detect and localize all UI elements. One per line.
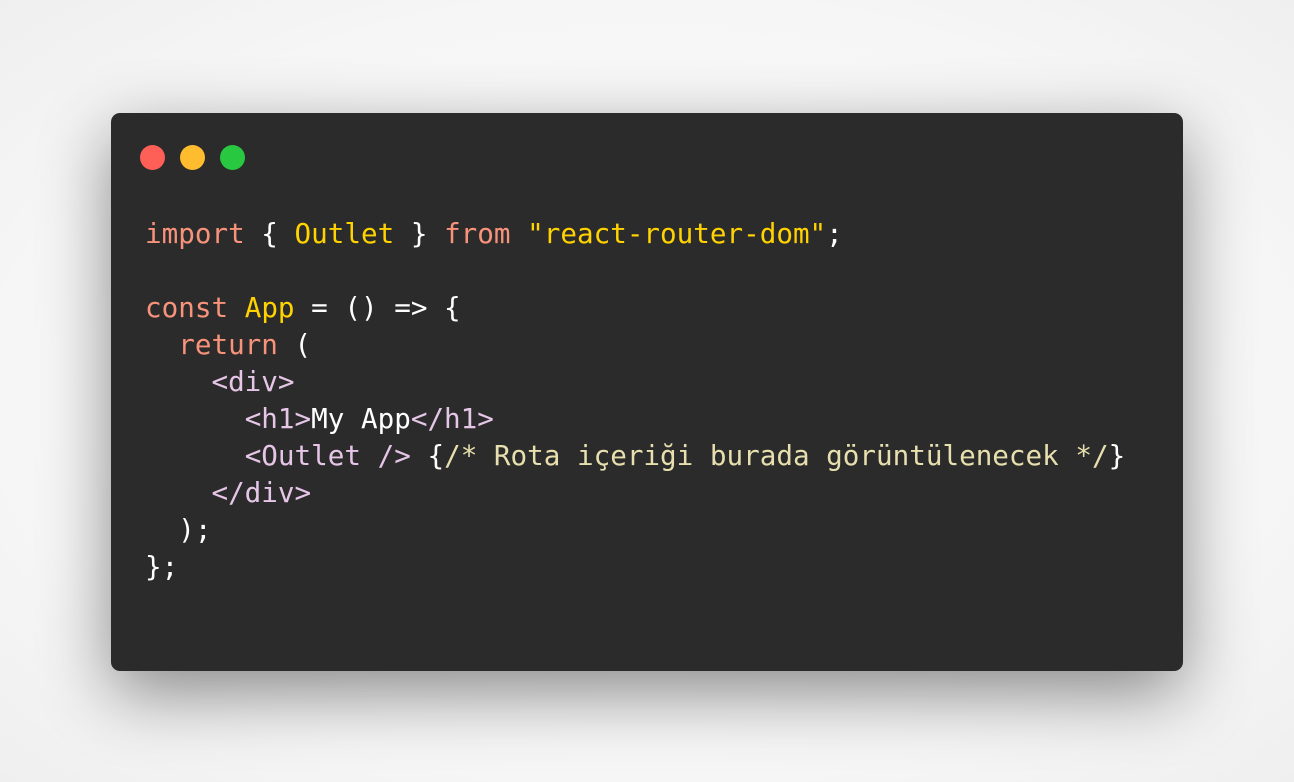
code-block: import { Outlet } from "react-router-dom… xyxy=(145,215,1125,585)
code-line-8: </div> xyxy=(145,474,1125,511)
code-line-5: <div> xyxy=(145,363,1125,400)
keyword-from: from xyxy=(444,217,511,250)
code-line-1: import { Outlet } from "react-router-dom… xyxy=(145,215,1125,252)
code-line-10: }; xyxy=(145,548,1125,585)
keyword-return: return xyxy=(178,328,278,361)
jsx-outlet: <Outlet /> xyxy=(244,439,411,472)
jsx-h1-close: </h1> xyxy=(410,402,494,435)
identifier-outlet: Outlet xyxy=(294,217,395,250)
maximize-dot-icon[interactable] xyxy=(220,145,245,170)
keyword-const: const xyxy=(145,291,229,324)
keyword-import: import xyxy=(145,217,245,250)
jsx-text: My App xyxy=(311,402,411,435)
jsx-h1-open: <h1> xyxy=(244,402,312,435)
close-dot-icon[interactable] xyxy=(140,145,165,170)
punct-semicolon: ; xyxy=(826,217,843,250)
string-module: "react-router-dom" xyxy=(527,217,827,250)
punct-brace-close: } xyxy=(394,217,445,250)
code-line-7: <Outlet /> {/* Rota içeriği burada görün… xyxy=(145,437,1126,474)
code-comment: /* Rota içeriği burada görüntülenecek */ xyxy=(444,439,1109,472)
punct-brace-open: { xyxy=(244,217,295,250)
code-line-3: const App = () => { xyxy=(145,289,1125,326)
minimize-dot-icon[interactable] xyxy=(180,145,205,170)
punct-paren-close: ); xyxy=(145,513,212,546)
punct-brace-close: } xyxy=(1108,439,1126,472)
arrow-function-text: = () => { xyxy=(294,291,461,324)
jsx-div-open: <div> xyxy=(211,365,295,398)
code-line-6: <h1>My App</h1> xyxy=(145,400,1125,437)
jsx-div-close: </div> xyxy=(211,476,312,509)
punct-brace-open: { xyxy=(427,439,445,472)
punct-paren-open: ( xyxy=(277,328,312,361)
code-line-9: ); xyxy=(145,511,1125,548)
identifier-app: App xyxy=(244,291,295,324)
code-line-4: return ( xyxy=(145,326,1125,363)
punct-brace-end: }; xyxy=(145,550,179,583)
code-window: import { Outlet } from "react-router-dom… xyxy=(111,113,1183,671)
